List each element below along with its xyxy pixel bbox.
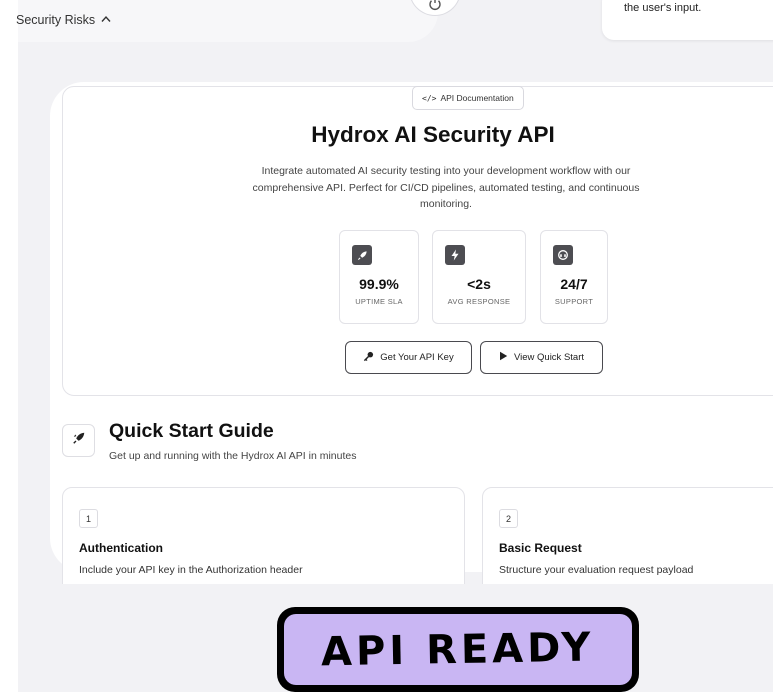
security-risks-label: Security Risks <box>16 13 111 27</box>
stat-uptime-value: 99.9% <box>359 276 399 292</box>
app-canvas: Security Risks the user's input. </> API… <box>16 0 773 692</box>
chevron-up-icon <box>101 14 111 26</box>
quick-start-title: Quick Start Guide <box>109 420 274 442</box>
stat-uptime-label: UPTIME SLA <box>355 297 403 306</box>
screen: Security Risks the user's input. </> API… <box>0 0 773 692</box>
api-ready-text: API READY <box>320 624 596 675</box>
step-description: Structure your evaluation request payloa… <box>499 564 694 576</box>
hero-description: Integrate automated AI security testing … <box>252 165 640 210</box>
info-card-text: the user's input. <box>624 2 702 14</box>
get-api-key-button[interactable]: Get Your API Key <box>345 341 472 374</box>
power-icon <box>428 0 442 16</box>
step-title: Basic Request <box>499 541 582 555</box>
api-ready-badge: API READY <box>277 607 639 692</box>
get-api-key-label: Get Your API Key <box>380 352 454 363</box>
step-number: 1 <box>79 509 98 528</box>
security-risks-toggle[interactable]: Security Risks <box>16 0 438 42</box>
stat-response-label: AVG RESPONSE <box>447 297 511 306</box>
step-title: Authentication <box>79 541 163 555</box>
step-description: Include your API key in the Authorizatio… <box>79 564 303 576</box>
view-quick-start-label: View Quick Start <box>513 352 585 363</box>
stat-uptime-card: 99.9% UPTIME SLA <box>339 230 419 324</box>
security-risks-text: Security Risks <box>16 13 96 27</box>
stat-support-card: 24/7 SUPPORT <box>540 230 608 324</box>
stat-support-value: 24/7 <box>560 276 588 292</box>
rocket-icon <box>352 245 372 265</box>
stat-support-label: SUPPORT <box>554 297 594 306</box>
api-documentation-label: API Documentation <box>440 93 514 103</box>
quick-start-icon-tile <box>62 424 95 457</box>
rocket-icon <box>72 431 86 450</box>
page-title: Hydrox AI Security API <box>311 122 555 147</box>
lightning-icon <box>445 245 465 265</box>
play-icon <box>499 351 508 364</box>
quick-start-subtitle: Get up and running with the Hydrox AI AP… <box>109 450 357 462</box>
step-number: 2 <box>499 509 518 528</box>
stat-response-card: <2s AVG RESPONSE <box>432 230 526 324</box>
code-icon: </> <box>422 93 437 103</box>
api-ready-badge-inner: API READY <box>284 614 632 685</box>
key-icon <box>363 351 374 365</box>
stat-response-value: <2s <box>467 276 491 292</box>
api-documentation-badge: </> API Documentation <box>412 86 524 110</box>
view-quick-start-button[interactable]: View Quick Start <box>480 341 603 374</box>
response-info-card: the user's input. <box>602 0 773 40</box>
headset-icon <box>553 245 573 265</box>
